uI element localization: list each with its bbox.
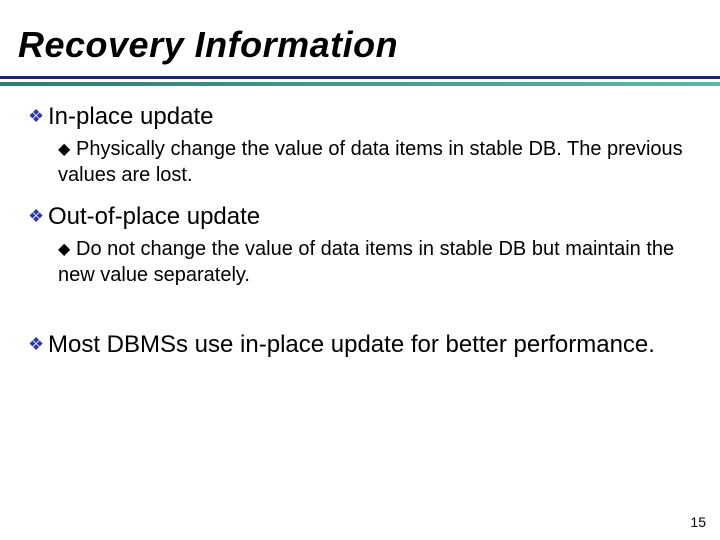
sub-bullet-item-1: ◆Physically change the value of data ite… — [58, 136, 696, 188]
bullet-item-3: ❖Most DBMSs use in-place update for bett… — [28, 330, 696, 360]
bullet-text: In-place update — [48, 103, 213, 130]
slide-body: ❖In-place update ◆Physically change the … — [28, 96, 696, 364]
diamond-bullet-icon: ❖ — [28, 333, 48, 356]
sub-bullet-item-2: ◆Do not change the value of data items i… — [58, 236, 696, 288]
sub-bullet-text: Do not change the value of data items in… — [58, 238, 674, 286]
page-number: 15 — [690, 514, 706, 530]
small-diamond-icon: ◆ — [58, 140, 76, 161]
slide-title: Recovery Information — [18, 24, 398, 66]
sub-bullet-text: Physically change the value of data item… — [58, 138, 683, 186]
small-diamond-icon: ◆ — [58, 240, 76, 261]
title-underline — [0, 76, 720, 86]
diamond-bullet-icon: ❖ — [28, 205, 48, 228]
bullet-item-2: ❖Out-of-place update — [28, 202, 696, 232]
diamond-bullet-icon: ❖ — [28, 105, 48, 128]
slide: Recovery Information ❖In-place update ◆P… — [0, 0, 720, 540]
bullet-text: Out-of-place update — [48, 203, 260, 230]
bullet-text: Most DBMSs use in-place update for bette… — [48, 331, 655, 358]
bullet-item-1: ❖In-place update — [28, 102, 696, 132]
